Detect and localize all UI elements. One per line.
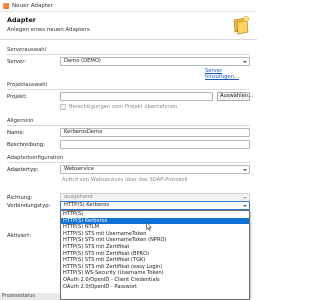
dropdown-option[interactable]: HTTP(S) STS mit Zertifikat: [61, 244, 249, 251]
dropdown-option[interactable]: HTTP(S) Kerberos: [61, 217, 249, 225]
server-label: Server:: [7, 59, 27, 65]
chevron-down-icon: [243, 204, 247, 207]
app-icon: [3, 3, 9, 9]
add-server-link[interactable]: Server hinzufügen...: [205, 68, 257, 80]
separator: [7, 89, 250, 90]
description-input[interactable]: [60, 140, 250, 149]
choose-project-button[interactable]: Auswählen...: [217, 92, 253, 101]
name-input[interactable]: KerberosDemo: [60, 128, 250, 137]
dropdown-option[interactable]: OAuth 2.0/OpenID - Passwort: [61, 284, 249, 291]
connection-type-value: HTTP(S) Kerberos: [64, 202, 110, 208]
adapter-type-hint: Aufruf von Webservices über das SOAP-Pro…: [62, 177, 188, 183]
dropdown-option[interactable]: OAuth 2.0/OpenID - Client Credentials: [61, 277, 249, 284]
general-group-label: Allgemein: [7, 118, 34, 124]
separator: [7, 162, 250, 163]
dropdown-option[interactable]: HTTP(S) STS mit Zertifikat (easy Login): [61, 264, 249, 271]
separator: [7, 125, 250, 126]
page-title: Adapter: [7, 16, 36, 24]
dialog-header: [0, 12, 257, 40]
dropdown-option[interactable]: HTTP(S) STS mit Zertifikat (BPRO): [61, 251, 249, 258]
adapter-type-select[interactable]: Webservice: [60, 165, 250, 174]
direction-value: ausgehend: [64, 194, 93, 200]
chevron-down-icon: [243, 168, 247, 171]
chevron-down-icon: [243, 60, 247, 63]
activated-label: Aktiviert:: [7, 233, 32, 239]
dropdown-option[interactable]: HTTP(S) STS mit UsernameToken (NPRO): [61, 237, 249, 244]
window-title: Neuer Adapter: [12, 2, 53, 9]
server-group-label: Serverauswahl: [7, 47, 47, 53]
inherit-permissions-checkbox[interactable]: [60, 104, 66, 110]
separator: [7, 54, 250, 55]
direction-label: Richtung:: [7, 195, 33, 201]
inherit-permissions-label: Berechtigungen vom Projekt übernehmen: [69, 104, 178, 110]
dropdown-option[interactable]: HTTP(S) STS mit Zertifikat (TGK): [61, 257, 249, 264]
server-select[interactable]: Demo (DEMO): [60, 57, 250, 66]
dropdown-option[interactable]: HTTP(S): [61, 211, 249, 218]
project-input[interactable]: [60, 92, 213, 101]
connection-type-dropdown-list[interactable]: HTTP(S) HTTP(S) Kerberos HTTP(S) NTLM HTTP(…: [60, 210, 250, 300]
mouse-pointer-icon: [146, 222, 152, 231]
connection-type-select[interactable]: HTTP(S) Kerberos: [60, 201, 250, 210]
chevron-down-icon: [243, 196, 247, 199]
adapter-wizard-icon: [233, 16, 249, 35]
project-group-label: Projektauswahl: [7, 82, 48, 88]
dropdown-option[interactable]: HTTP(S) WS-Security (Username Token): [61, 270, 249, 277]
status-bar: Prozessstatus: [0, 293, 60, 300]
config-group-label: Adapterkonfiguration: [7, 155, 64, 161]
adapter-type-value: Webservice: [64, 166, 94, 172]
page-subtitle: Anlegen eines neuen Adapters.: [7, 27, 92, 33]
description-label: Beschreibung:: [7, 142, 45, 148]
project-label: Projekt:: [7, 94, 28, 100]
adapter-type-label: Adaptertyp:: [7, 167, 39, 173]
server-select-value: Demo (DEMO): [64, 58, 101, 64]
connection-type-label: Verbindungstyp:: [7, 203, 51, 209]
name-label: Name:: [7, 130, 25, 136]
dropdown-option[interactable]: HTTP(S) STS mit UsernameToken: [61, 231, 249, 238]
dropdown-option[interactable]: HTTP(S) NTLM: [61, 224, 249, 231]
